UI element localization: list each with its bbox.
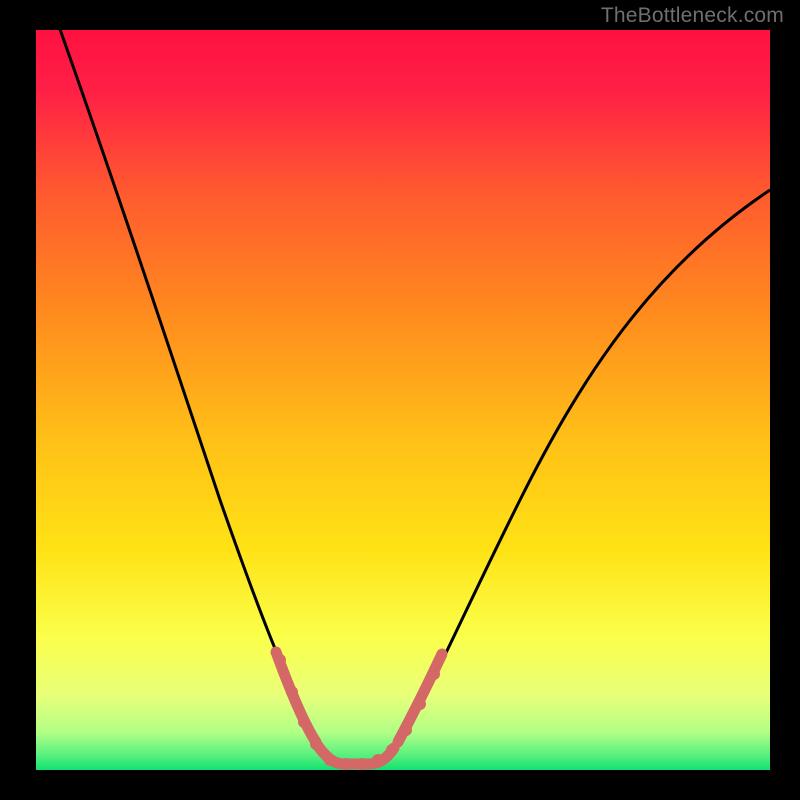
- plot-background: [36, 30, 770, 770]
- chart-frame: TheBottleneck.com: [0, 0, 800, 800]
- watermark-label: TheBottleneck.com: [601, 4, 784, 28]
- bottleneck-chart: [0, 0, 800, 800]
